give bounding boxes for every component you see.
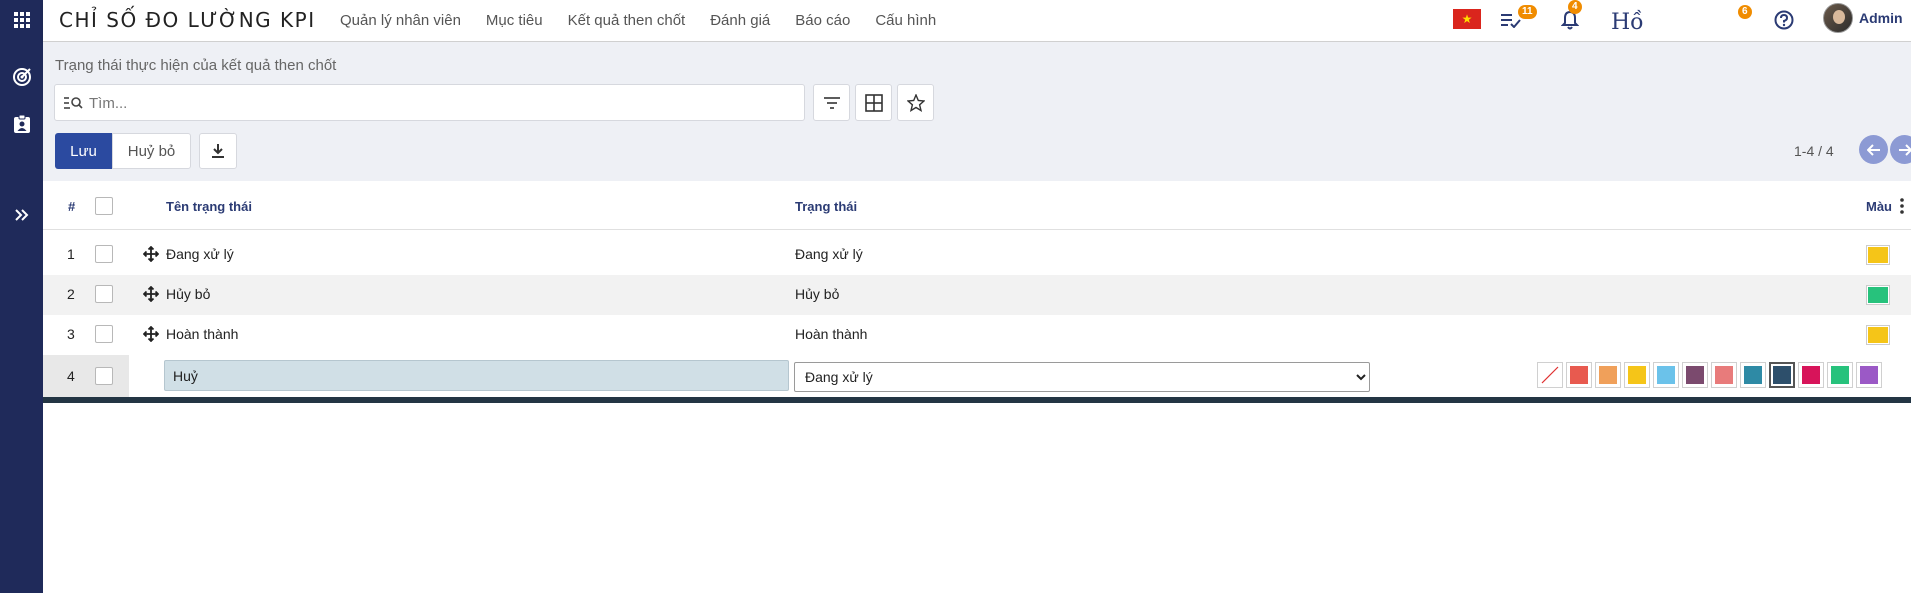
color-option-salmon[interactable] — [1711, 362, 1737, 388]
color-option-yellow[interactable] — [1624, 362, 1650, 388]
download-icon — [212, 144, 224, 158]
color-option-orange[interactable] — [1595, 362, 1621, 388]
column-color[interactable]: Màu — [1866, 199, 1892, 214]
color-option-dark-blue[interactable] — [1769, 362, 1795, 388]
color-option-teal[interactable] — [1740, 362, 1766, 388]
color-option-green[interactable] — [1827, 362, 1853, 388]
star-icon — [906, 93, 925, 112]
table-header: # Tên trạng thái Trạng thái Màu — [43, 181, 1911, 230]
search-box — [54, 84, 805, 121]
drag-handle-icon[interactable] — [143, 326, 159, 342]
row-name: Đang xử lý — [166, 246, 234, 262]
drag-handle-icon[interactable] — [143, 286, 159, 302]
row-number: 3 — [67, 326, 75, 342]
main-nav: Quản lý nhân viên Mục tiêu Kết quả then … — [340, 0, 961, 40]
filter-icon — [823, 96, 840, 109]
color-option-raspberry[interactable] — [1798, 362, 1824, 388]
arrow-left-icon — [1866, 143, 1880, 156]
color-option-purple[interactable] — [1856, 362, 1882, 388]
nav-objectives[interactable]: Mục tiêu — [486, 12, 543, 29]
editing-row[interactable]: 4 Đang xử lý — [43, 355, 1911, 397]
color-swatch — [1866, 325, 1890, 345]
sidebar — [0, 0, 43, 593]
row-checkbox[interactable] — [95, 367, 113, 385]
user-label: Hồ — [1611, 10, 1644, 35]
control-panel: Trạng thái thực hiện của kết quả then ch… — [43, 42, 1911, 181]
vietnam-flag-icon[interactable]: ★ — [1453, 9, 1481, 29]
grid-icon — [864, 93, 883, 112]
row-number-cell: 4 — [43, 355, 129, 397]
notifications-badge: 4 — [1568, 0, 1582, 14]
breadcrumb: Trạng thái thực hiện của kết quả then ch… — [55, 57, 337, 74]
row-status: Hủy bỏ — [795, 286, 840, 302]
row-checkbox[interactable] — [95, 285, 113, 303]
column-name[interactable]: Tên trạng thái — [166, 199, 252, 214]
table-row[interactable]: 1 Đang xử lý Đang xử lý — [43, 235, 1911, 275]
color-option-red[interactable] — [1566, 362, 1592, 388]
table-footer-bar — [43, 397, 1911, 403]
row-checkbox[interactable] — [95, 245, 113, 263]
row-status: Hoàn thành — [795, 326, 868, 342]
color-palette — [1537, 362, 1885, 388]
color-option-none[interactable] — [1537, 362, 1563, 388]
row-number: 2 — [67, 286, 75, 302]
table-row[interactable]: 3 Hoàn thành Hoàn thành — [43, 315, 1911, 355]
apps-grid-icon[interactable] — [0, 5, 43, 35]
app-title: CHỈ SỐ ĐO LƯỜNG KPI — [59, 8, 316, 32]
avatar[interactable] — [1823, 3, 1853, 33]
tasks-badge: 11 — [1518, 5, 1537, 19]
messages-badge: 6 — [1738, 5, 1752, 19]
select-all-checkbox[interactable] — [95, 197, 113, 215]
row-checkbox[interactable] — [95, 325, 113, 343]
arrow-right-icon — [1898, 143, 1911, 156]
target-icon[interactable] — [0, 62, 43, 92]
color-swatch — [1866, 245, 1890, 265]
status-select[interactable]: Đang xử lý — [794, 362, 1370, 392]
drag-handle-icon[interactable] — [143, 246, 159, 262]
color-option-light-blue[interactable] — [1653, 362, 1679, 388]
column-options-icon[interactable] — [1900, 198, 1904, 214]
nav-employee-management[interactable]: Quản lý nhân viên — [340, 12, 461, 29]
top-bar: CHỈ SỐ ĐO LƯỜNG KPI Quản lý nhân viên Mụ… — [43, 0, 1911, 42]
next-page-button[interactable] — [1890, 135, 1911, 164]
status-name-input[interactable] — [164, 360, 789, 391]
row-status: Đang xử lý — [795, 246, 863, 262]
color-option-plum[interactable] — [1682, 362, 1708, 388]
row-number: 1 — [67, 246, 75, 262]
favorites-button[interactable] — [897, 84, 934, 121]
save-button[interactable]: Lưu — [55, 133, 112, 169]
pager-text: 1-4 / 4 — [1794, 143, 1834, 159]
group-by-button[interactable] — [855, 84, 892, 121]
cancel-button[interactable]: Huỷ bỏ — [112, 133, 191, 169]
expand-sidebar-icon[interactable] — [0, 200, 43, 230]
column-index: # — [68, 199, 76, 214]
table-row[interactable]: 2 Hủy bỏ Hủy bỏ — [43, 275, 1911, 315]
row-name: Hoàn thành — [166, 326, 239, 342]
row-number: 4 — [67, 368, 75, 384]
prev-page-button[interactable] — [1859, 135, 1888, 164]
column-status[interactable]: Trạng thái — [795, 199, 857, 214]
user-name[interactable]: Admin — [1859, 10, 1903, 26]
nav-key-results[interactable]: Kết quả then chốt — [568, 12, 686, 29]
clipboard-user-icon[interactable] — [0, 109, 43, 139]
help-icon[interactable] — [1772, 8, 1796, 32]
search-input[interactable] — [89, 93, 789, 113]
nav-reports[interactable]: Báo cáo — [795, 12, 850, 29]
filter-button[interactable] — [813, 84, 850, 121]
nav-evaluation[interactable]: Đánh giá — [710, 12, 770, 29]
color-swatch — [1866, 285, 1890, 305]
status-table: # Tên trạng thái Trạng thái Màu 1 Đang x… — [43, 181, 1911, 403]
nav-settings[interactable]: Cấu hình — [875, 12, 936, 29]
row-name: Hủy bỏ — [166, 286, 211, 302]
search-icon — [64, 97, 83, 109]
download-button[interactable] — [199, 133, 237, 169]
